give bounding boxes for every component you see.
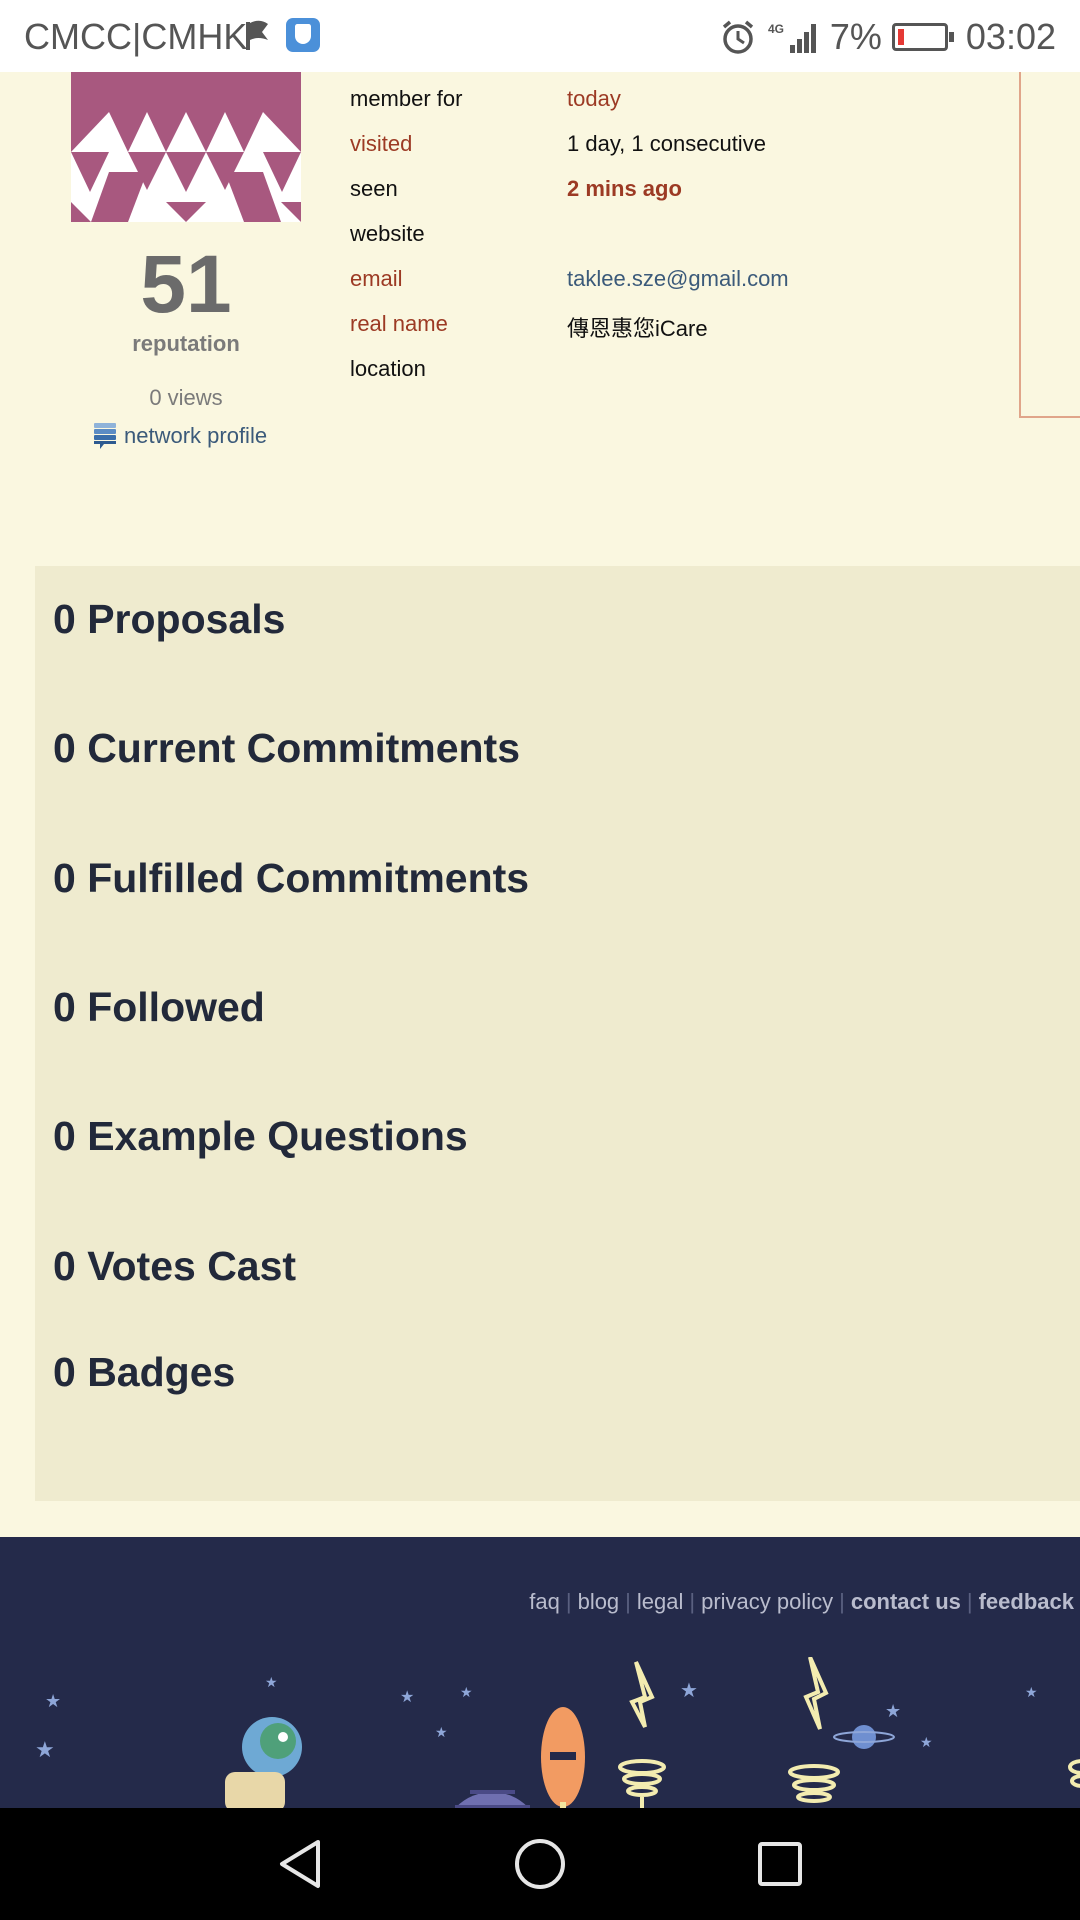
footer-link-legal[interactable]: legal [637, 1589, 683, 1614]
system-nav-bar [0, 1808, 1080, 1920]
signal-icon: 4G [768, 22, 816, 53]
footer-link-privacy-policy[interactable]: privacy policy [701, 1589, 833, 1614]
svg-text:★: ★ [35, 1737, 55, 1762]
status-bar: CMCC|CMHK 4G 7% 03:02 [0, 0, 1080, 72]
footer-link-contact-us[interactable]: contact us [851, 1589, 961, 1614]
svg-text:★: ★ [460, 1684, 473, 1700]
svg-text:★: ★ [45, 1691, 61, 1711]
stat-example-questions[interactable]: 0 Example Questions [53, 1113, 468, 1160]
email-link[interactable]: taklee.sze@gmail.com [567, 266, 789, 292]
info-value: 1 day, 1 consecutive [567, 131, 766, 156]
ringed-planet-illustration [833, 1725, 895, 1749]
side-panel-edge [1019, 72, 1080, 418]
svg-text:★: ★ [885, 1701, 901, 1721]
shield-icon [286, 18, 320, 52]
planet-illustration [455, 1790, 530, 1808]
stats-panel: 0 Proposals 0 Current Commitments 0 Fulf… [35, 566, 1080, 1501]
recents-icon[interactable] [750, 1834, 810, 1894]
alarm-icon [722, 20, 753, 54]
svg-text:★: ★ [920, 1734, 933, 1750]
battery-percent: 7% [829, 16, 882, 57]
info-key: visited [350, 131, 413, 156]
footer-link-faq[interactable]: faq [529, 1589, 560, 1614]
info-key: real name [350, 311, 448, 336]
info-key: member for [350, 86, 463, 111]
network-profile-label: network profile [124, 423, 268, 448]
partial-coil-illustration [1068, 1759, 1080, 1788]
info-key: seen [350, 176, 398, 201]
stat-fulfilled-commitments[interactable]: 0 Fulfilled Commitments [53, 855, 529, 902]
identicon-image [71, 72, 301, 222]
info-value: 傳恩惠您iCare [567, 316, 708, 341]
flag-icon [246, 20, 268, 50]
lightning-coil-illustration-2 [788, 1657, 840, 1803]
astronaut-illustration [225, 1717, 302, 1808]
reputation-label: reputation [132, 331, 240, 356]
stat-proposals[interactable]: 0 Proposals [53, 596, 285, 643]
stat-current-commitments[interactable]: 0 Current Commitments [53, 725, 520, 772]
footer: faq | blog | legal | privacy policy | contact us… [0, 1537, 1080, 1808]
svg-text:★: ★ [400, 1689, 414, 1706]
avatar[interactable] [71, 72, 301, 222]
stat-badges[interactable]: 0 Badges [53, 1349, 235, 1396]
svg-text:★: ★ [1025, 1684, 1038, 1700]
svg-text:★: ★ [680, 1680, 698, 1702]
footer-links: faq | blog | legal | privacy policy | contact us… [529, 1589, 1074, 1614]
lightning-coil-illustration [618, 1661, 666, 1808]
info-value: today [567, 86, 621, 111]
network-profile-link[interactable]: network profile [94, 423, 267, 449]
network-type-text: 4G [768, 22, 784, 36]
footer-link-feedback[interactable]: feedback [979, 1589, 1074, 1614]
battery-icon [891, 23, 954, 51]
rocket-illustration [541, 1707, 585, 1808]
footer-link-blog[interactable]: blog [578, 1589, 620, 1614]
space-illustration: ★ ★ ★ ★ ★ ★ ★ ★ ★ ★ [35, 1657, 1080, 1808]
stat-followed[interactable]: 0 Followed [53, 984, 265, 1031]
reputation-value: 51 [140, 239, 232, 330]
stack-exchange-icon [94, 423, 116, 449]
back-icon[interactable] [270, 1834, 330, 1894]
home-icon[interactable] [510, 1834, 570, 1894]
stat-votes-cast[interactable]: 0 Votes Cast [53, 1243, 296, 1290]
info-value: 2 mins ago [567, 176, 682, 201]
info-key: location [350, 356, 426, 381]
views-count: 0 views [149, 385, 223, 410]
clock: 03:02 [965, 16, 1056, 57]
carrier-label: CMCC|CMHK [24, 16, 248, 57]
svg-text:★: ★ [265, 1674, 278, 1690]
info-key: website [350, 221, 425, 246]
info-key: email [350, 266, 403, 291]
svg-text:★: ★ [435, 1724, 448, 1740]
